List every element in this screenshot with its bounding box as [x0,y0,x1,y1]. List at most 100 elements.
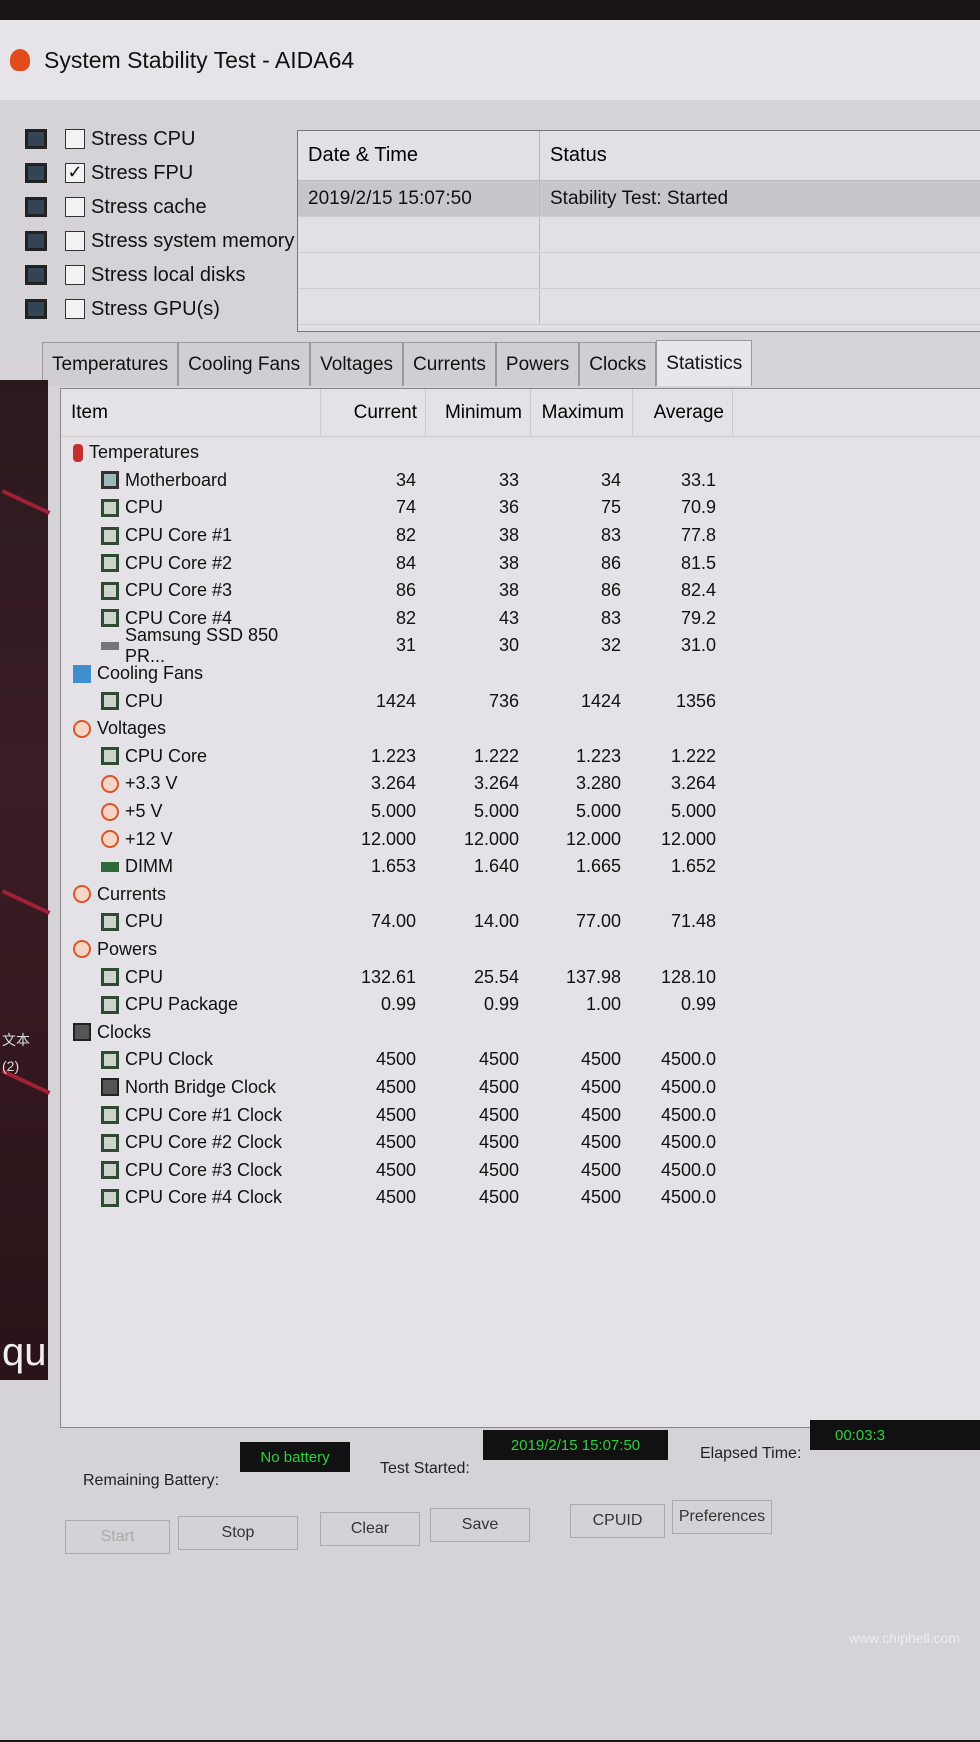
table-row[interactable]: CPU Core #3 86 38 86 82.4 [61,577,980,605]
col-average[interactable]: Average [633,389,733,436]
stress-option-label: Stress system memory [91,229,295,252]
checkbox[interactable] [65,129,85,149]
tab-powers[interactable]: Powers [495,342,580,386]
table-row[interactable]: CPU Core 1.223 1.222 1.223 1.222 [61,743,980,771]
log-datetime: 2019/2/15 15:07:50 [298,181,540,216]
table-row[interactable]: CPU 74.00 14.00 77.00 71.48 [61,908,980,936]
tab-voltages[interactable]: Voltages [310,342,404,386]
stop-button[interactable]: Stop [178,1516,298,1550]
cell-value: 86 [395,580,416,601]
save-button[interactable]: Save [430,1508,530,1542]
log-header-datetime[interactable]: Date & Time [298,131,540,180]
stress-option-label: Stress GPU(s) [91,297,220,320]
cell-value: 5.000 [670,801,716,822]
cell-value: 4500 [580,1076,621,1097]
start-button[interactable]: Start [65,1520,170,1554]
table-row[interactable]: CPU Core #3 Clock 4500 4500 4500 4500.0 [61,1156,980,1184]
chiphell-watermark: www.chiphell.com [849,1630,960,1646]
row-label: CPU [125,497,164,518]
cell-value: 4500 [478,1159,519,1180]
cell-value: 1.665 [575,856,621,877]
log-header-status[interactable]: Status [540,144,607,167]
row-label: CPU Core #1 [125,525,233,546]
cell-value: 4500 [478,1076,519,1097]
row-label: CPU Core #3 [125,580,233,601]
group-row[interactable]: Temperatures [61,439,980,467]
log-row[interactable]: 2019/2/15 15:07:50 Stability Test: Starte… [298,181,980,217]
checkbox[interactable] [65,231,85,251]
group-row[interactable]: Clocks [61,1018,980,1046]
table-row[interactable]: CPU Core #1 82 38 83 77.8 [61,522,980,550]
desktop-background [0,380,51,1380]
preferences-button[interactable]: Preferences [672,1500,772,1534]
stress-option[interactable]: ✓ Stress FPU [25,156,294,190]
cell-value: 4500 [580,1187,621,1208]
cell-value: 74 [395,497,416,518]
cell-value: 82.4 [680,580,716,601]
tab-temperatures[interactable]: Temperatures [42,342,179,386]
cell-value: 12.000 [660,828,716,849]
checkbox[interactable] [65,265,85,285]
desktop-text: (2) [2,1058,20,1074]
table-row[interactable]: +3.3 V 3.264 3.264 3.280 3.264 [61,770,980,798]
stress-option[interactable]: Stress CPU [25,122,294,156]
stress-option[interactable]: Stress local disks [25,258,294,292]
cell-value: 1.00 [585,994,621,1015]
stress-option[interactable]: Stress system memory [25,224,294,258]
chip-icon [101,1133,119,1152]
stress-option[interactable]: Stress cache [25,190,294,224]
therm-icon [73,443,83,462]
device-icon [25,197,47,217]
table-row[interactable]: North Bridge Clock 4500 4500 4500 4500.0 [61,1074,980,1102]
table-row[interactable]: DIMM 1.653 1.640 1.665 1.652 [61,853,980,881]
tab-cooling-fans[interactable]: Cooling Fans [178,342,311,386]
cell-value: 38 [498,552,519,573]
cell-value: 0.99 [680,994,716,1015]
tab-currents[interactable]: Currents [403,342,496,386]
group-row[interactable]: Voltages [61,715,980,743]
table-row[interactable]: CPU 132.61 25.54 137.98 128.10 [61,963,980,991]
col-maximum[interactable]: Maximum [531,389,633,436]
table-row[interactable]: Motherboard 34 33 34 33.1 [61,467,980,495]
stress-option[interactable]: Stress GPU(s) [25,292,294,326]
table-row[interactable]: CPU Core #2 84 38 86 81.5 [61,549,980,577]
row-label: Temperatures [89,442,200,463]
col-item[interactable]: Item [61,389,321,436]
elapsed-label: Elapsed Time: [700,1445,802,1462]
cpuid-button[interactable]: CPUID [570,1504,665,1538]
row-label: Currents [97,883,167,904]
table-row[interactable]: Samsung SSD 850 PR... 31 30 32 31.0 [61,625,980,666]
test-started-value: 2019/2/15 15:07:50 [483,1430,668,1460]
table-row[interactable]: CPU Clock 4500 4500 4500 4500.0 [61,1046,980,1074]
group-row[interactable]: Cooling Fans [61,660,980,688]
col-minimum[interactable]: Minimum [426,389,531,436]
col-current[interactable]: Current [321,389,426,436]
cell-value: 1.222 [670,745,716,766]
table-row[interactable]: +5 V 5.000 5.000 5.000 5.000 [61,798,980,826]
group-row[interactable]: Powers [61,936,980,964]
chip-icon [101,498,119,517]
tab-clocks[interactable]: Clocks [579,342,657,386]
checkbox[interactable] [65,299,85,319]
cell-value: 4500.0 [660,1159,716,1180]
tab-statistics[interactable]: Statistics [656,340,753,386]
cell-value: 70.9 [680,497,716,518]
cell-value: 31.0 [680,635,716,656]
log-status: Stability Test: Started [550,187,729,209]
table-row[interactable]: CPU 74 36 75 70.9 [61,494,980,522]
table-row[interactable]: CPU Package 0.99 0.99 1.00 0.99 [61,991,980,1019]
table-row[interactable]: CPU Core #2 Clock 4500 4500 4500 4500.0 [61,1129,980,1157]
cell-value: 4500.0 [660,1049,716,1070]
cell-value: 4500 [478,1104,519,1125]
checkbox[interactable] [65,197,85,217]
row-label: CPU Package [125,994,239,1015]
row-label: CPU [125,690,164,711]
table-row[interactable]: CPU 1424 736 1424 1356 [61,687,980,715]
checkbox[interactable]: ✓ [65,163,85,183]
chip-icon [101,1106,119,1125]
clear-button[interactable]: Clear [320,1512,420,1546]
group-row[interactable]: Currents [61,881,980,909]
table-row[interactable]: +12 V 12.000 12.000 12.000 12.000 [61,825,980,853]
table-row[interactable]: CPU Core #1 Clock 4500 4500 4500 4500.0 [61,1101,980,1129]
table-row[interactable]: CPU Core #4 Clock 4500 4500 4500 4500.0 [61,1184,980,1212]
